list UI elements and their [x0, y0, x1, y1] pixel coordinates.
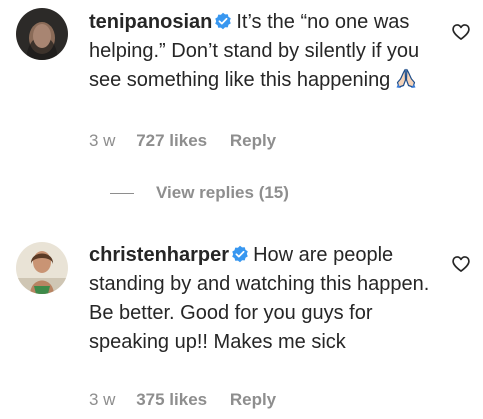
reply-button[interactable]: Reply [230, 390, 276, 409]
comment-meta: 3 w 375 likes Reply [89, 390, 276, 410]
verified-badge-icon [215, 12, 232, 30]
username-link[interactable]: tenipanosian [89, 11, 212, 33]
like-heart-icon[interactable] [451, 254, 471, 274]
comment-meta: 3 w 727 likes Reply [89, 131, 276, 151]
likes-count-link[interactable]: 727 likes [136, 131, 207, 150]
comment-text-block: tenipanosian It’s the “no one was helping… [89, 8, 437, 95]
verified-badge-icon [232, 245, 248, 263]
comment-time: 3 w [89, 131, 116, 150]
comment-time: 3 w [89, 390, 116, 409]
view-replies-divider [110, 193, 134, 195]
like-heart-icon[interactable] [451, 22, 471, 42]
avatar-christenharper[interactable] [16, 242, 68, 294]
username-link[interactable]: christenharper [89, 244, 229, 266]
avatar-tenipanosian[interactable] [16, 8, 68, 60]
view-replies-label: View replies (15) [156, 183, 289, 202]
view-replies-button[interactable]: View replies (15) [110, 183, 289, 203]
comment-text-block: christenharper How are people standing by… [89, 241, 437, 357]
likes-count-link[interactable]: 375 likes [136, 390, 207, 409]
folded-hands-emoji-icon [396, 68, 416, 88]
reply-button[interactable]: Reply [230, 131, 276, 150]
